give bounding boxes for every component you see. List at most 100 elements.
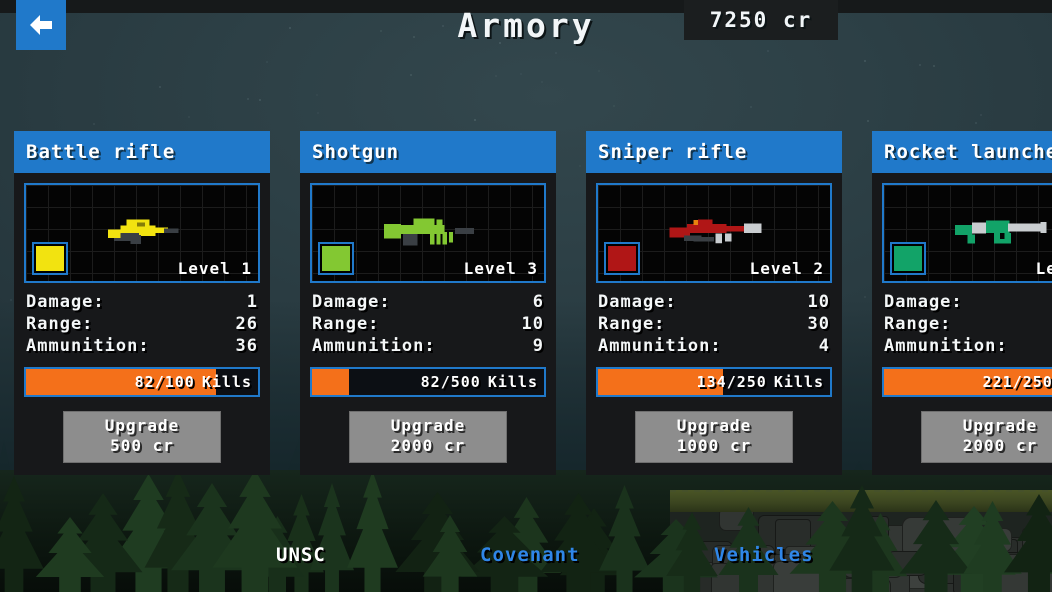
- back-button[interactable]: [16, 0, 66, 50]
- stat-damage-label: Damage:: [26, 292, 105, 312]
- weapon-card-body: Level 4 Damage: Range: Ammunition:: [872, 173, 1052, 475]
- kills-progress-bar: 82/500 Kills: [310, 367, 546, 397]
- weapon-card: Rocket launcher Level 4 Damage: Range: A…: [872, 131, 1052, 475]
- kills-progress-text: 82/100 Kills: [135, 369, 252, 395]
- tab-unsc[interactable]: UNSC: [276, 544, 326, 574]
- stat-range: Range:: [884, 313, 1052, 335]
- weapon-card: Sniper rifle Level 2 Damage: 10 Range: 3…: [586, 131, 842, 475]
- kills-count: 134/250: [696, 373, 767, 391]
- stat-range: Range: 10: [312, 313, 544, 335]
- weapon-preview: Level 3: [310, 183, 546, 283]
- weapon-stats: Damage: 1 Range: 26 Ammunition: 36: [24, 283, 260, 357]
- stat-damage-value: 1: [246, 292, 258, 312]
- upgrade-button[interactable]: Upgrade 1000 cr: [635, 411, 793, 463]
- category-tabs: UNSC Covenant Vehicles: [0, 544, 1052, 574]
- upgrade-button[interactable]: Upgrade 2000 cr: [921, 411, 1052, 463]
- stat-ammunition: Ammunition:: [884, 335, 1052, 357]
- weapon-color-swatch: [318, 242, 354, 275]
- stat-damage-label: Damage:: [884, 292, 963, 312]
- weapon-color-swatch: [604, 242, 640, 275]
- stat-damage: Damage:: [884, 291, 1052, 313]
- weapon-card: Shotgun Level 3 Damage: 6 Range: 10 Ammu…: [300, 131, 556, 475]
- weapon-card: Battle rifle Level 1 Damage: 1 Range: 26…: [14, 131, 270, 475]
- upgrade-label: Upgrade: [390, 416, 466, 435]
- stat-ammunition: Ammunition: 36: [26, 335, 258, 357]
- stat-damage-value: 10: [807, 292, 830, 312]
- weapon-name: Sniper rifle: [586, 131, 842, 173]
- top-strip: [0, 0, 1052, 13]
- credits-badge: 7250 cr: [684, 0, 838, 40]
- stat-damage-label: Damage:: [312, 292, 391, 312]
- weapon-sprite: [105, 215, 179, 248]
- weapon-name: Battle rifle: [14, 131, 270, 173]
- arrow-left-icon: [26, 12, 56, 38]
- stat-ammunition-value: 4: [818, 336, 830, 356]
- stat-ammunition: Ammunition: 9: [312, 335, 544, 357]
- upgrade-cost: 500 cr: [110, 436, 174, 455]
- kills-progress-text: 221/250 Kills: [983, 369, 1052, 395]
- stat-range: Range: 30: [598, 313, 830, 335]
- stat-ammunition-label: Ammunition:: [26, 336, 150, 356]
- stat-range-label: Range:: [884, 314, 952, 334]
- stat-damage: Damage: 1: [26, 291, 258, 313]
- stat-damage: Damage: 6: [312, 291, 544, 313]
- weapon-sprite: [666, 216, 762, 247]
- weapon-card-body: Level 3 Damage: 6 Range: 10 Ammunition: …: [300, 173, 556, 475]
- kills-label: Kills: [773, 373, 824, 391]
- upgrade-label: Upgrade: [104, 416, 180, 435]
- stat-range: Range: 26: [26, 313, 258, 335]
- weapon-stats: Damage: Range: Ammunition:: [882, 283, 1052, 357]
- stat-ammunition-label: Ammunition:: [312, 336, 436, 356]
- upgrade-cost: 1000 cr: [676, 436, 752, 455]
- stat-ammunition: Ammunition: 4: [598, 335, 830, 357]
- stat-range-label: Range:: [312, 314, 380, 334]
- weapon-level: Level 4: [1035, 259, 1052, 278]
- weapon-stats: Damage: 6 Range: 10 Ammunition: 9: [310, 283, 546, 357]
- upgrade-button[interactable]: Upgrade 2000 cr: [349, 411, 507, 463]
- weapon-level: Level 3: [463, 259, 538, 278]
- upgrade-button[interactable]: Upgrade 500 cr: [63, 411, 221, 463]
- stat-range-label: Range:: [598, 314, 666, 334]
- upgrade-cost: 2000 cr: [390, 436, 466, 455]
- weapon-card-list: Battle rifle Level 1 Damage: 1 Range: 26…: [14, 131, 1052, 475]
- weapon-card-body: Level 2 Damage: 10 Range: 30 Ammunition:…: [586, 173, 842, 475]
- stat-range-value: 26: [235, 314, 258, 334]
- stat-ammunition-label: Ammunition:: [598, 336, 722, 356]
- upgrade-label: Upgrade: [676, 416, 752, 435]
- kills-progress-bar: 134/250 Kills: [596, 367, 832, 397]
- stat-range-value: 30: [807, 314, 830, 334]
- weapon-name: Shotgun: [300, 131, 556, 173]
- kills-count: 82/100: [134, 373, 195, 391]
- weapon-card-body: Level 1 Damage: 1 Range: 26 Ammunition: …: [14, 173, 270, 475]
- kills-progress-text: 134/250 Kills: [697, 369, 824, 395]
- upgrade-cost: 2000 cr: [962, 436, 1038, 455]
- weapon-sprite: [382, 213, 474, 250]
- stat-range-value: 10: [521, 314, 544, 334]
- weapon-preview: Level 2: [596, 183, 832, 283]
- kills-progress-bar: 221/250 Kills: [882, 367, 1052, 397]
- weapon-preview: Level 4: [882, 183, 1052, 283]
- tab-covenant[interactable]: Covenant: [480, 544, 580, 574]
- weapon-color-swatch: [32, 242, 68, 275]
- weapon-name: Rocket launcher: [872, 131, 1052, 173]
- kills-progress-bar: 82/100 Kills: [24, 367, 260, 397]
- stat-ammunition-value: 9: [532, 336, 544, 356]
- weapon-preview: Level 1: [24, 183, 260, 283]
- stat-damage: Damage: 10: [598, 291, 830, 313]
- stat-ammunition-label: Ammunition:: [884, 336, 1008, 356]
- weapon-stats: Damage: 10 Range: 30 Ammunition: 4: [596, 283, 832, 357]
- kills-count: 221/250: [982, 373, 1052, 391]
- stat-ammunition-value: 36: [235, 336, 258, 356]
- stat-range-label: Range:: [26, 314, 94, 334]
- kills-progress-fill: [312, 369, 350, 395]
- kills-count: 82/500: [420, 373, 481, 391]
- weapon-sprite: [953, 216, 1047, 248]
- kills-label: Kills: [487, 373, 538, 391]
- weapon-level: Level 1: [177, 259, 252, 278]
- stat-damage-label: Damage:: [598, 292, 677, 312]
- upgrade-label: Upgrade: [962, 416, 1038, 435]
- weapon-color-swatch: [890, 242, 926, 275]
- tab-vehicles[interactable]: Vehicles: [714, 544, 814, 574]
- kills-label: Kills: [201, 373, 252, 391]
- weapon-level: Level 2: [749, 259, 824, 278]
